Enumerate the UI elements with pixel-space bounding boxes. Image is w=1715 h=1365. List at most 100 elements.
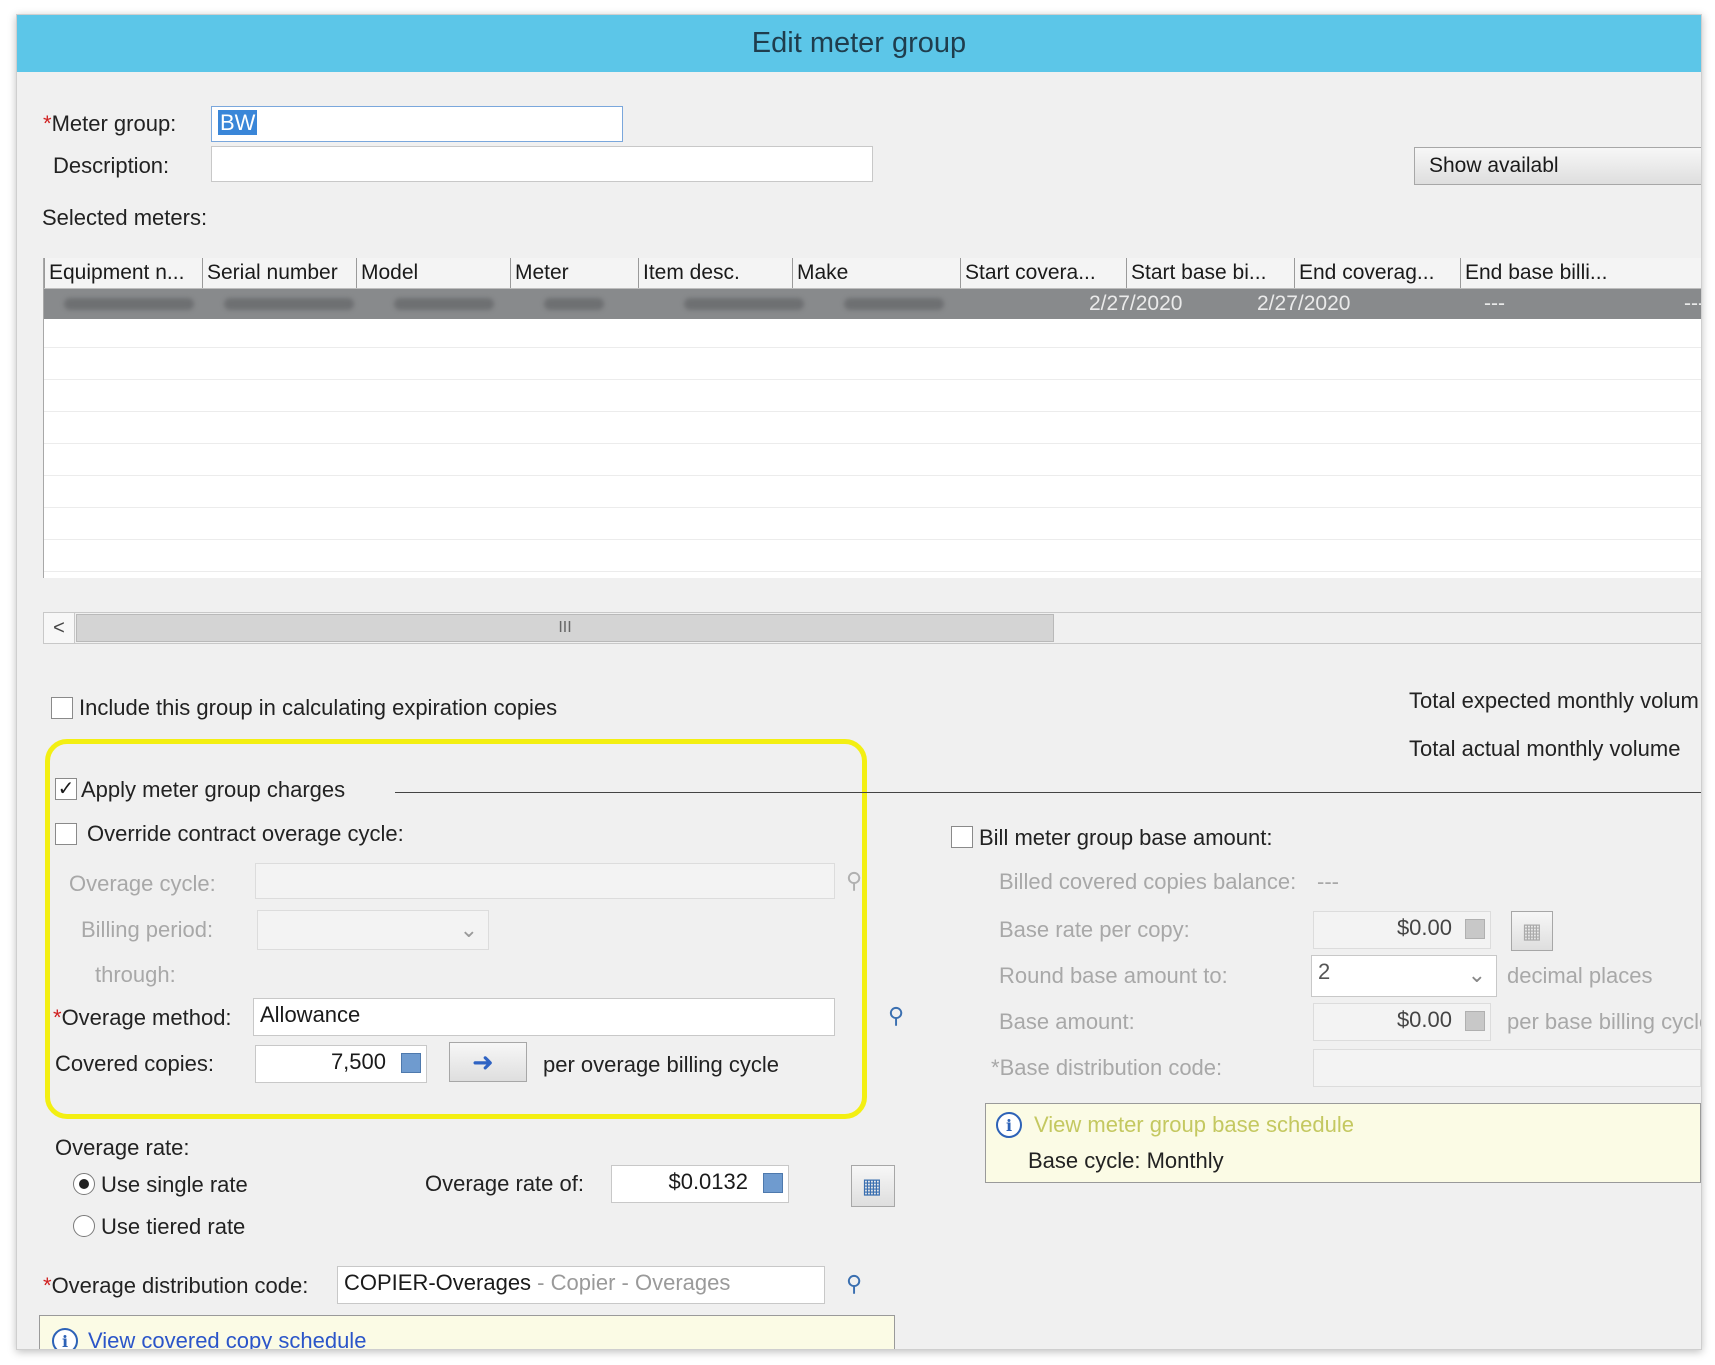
calendar-icon: ▦ xyxy=(1522,919,1542,943)
overage-method-input[interactable]: Allowance xyxy=(253,998,835,1036)
col-item-desc[interactable]: Item desc. xyxy=(638,258,792,288)
through-label: through: xyxy=(95,962,176,987)
table-row xyxy=(44,479,1701,508)
description-label: Description: xyxy=(53,153,170,178)
end-coverage-cell: --- xyxy=(1484,292,1505,315)
table-row xyxy=(44,383,1701,412)
arrow-right-icon: ➜ xyxy=(472,1046,494,1077)
required-mark: * xyxy=(43,111,52,136)
calculator-icon[interactable] xyxy=(763,1173,783,1193)
col-start-coverage[interactable]: Start covera... xyxy=(960,258,1126,288)
single-rate-label: Use single rate xyxy=(101,1172,248,1197)
overage-method-label: *Overage method: xyxy=(53,1005,232,1030)
overage-rate-of-label: Overage rate of: xyxy=(425,1171,584,1196)
redacted-cell xyxy=(684,298,804,310)
overage-distribution-input[interactable]: COPIER-Overages - Copier - Overages xyxy=(337,1266,825,1304)
info-icon: i xyxy=(996,1112,1022,1138)
redacted-cell xyxy=(544,298,604,310)
overage-rate-label: Overage rate: xyxy=(55,1135,190,1160)
required-mark: * xyxy=(991,1055,1000,1080)
section-divider xyxy=(395,792,1701,793)
edit-meter-group-dialog: Edit meter group *Meter group: BW Descri… xyxy=(16,14,1702,1350)
calculator-icon[interactable] xyxy=(1465,1011,1485,1031)
single-rate-radio[interactable] xyxy=(73,1173,95,1195)
base-cycle-text: Base cycle: Monthly xyxy=(1028,1148,1224,1173)
tiered-rate-label: Use tiered rate xyxy=(101,1214,246,1239)
start-coverage-cell: 2/27/2020 xyxy=(1089,292,1183,315)
arrow-right-button[interactable]: ➜ xyxy=(449,1042,527,1082)
covered-schedule-box: i View covered copy schedule xyxy=(39,1315,895,1349)
end-base-billing-cell: --- xyxy=(1684,292,1701,315)
search-icon[interactable]: ⚲ xyxy=(839,1266,869,1302)
billed-balance-value: --- xyxy=(1317,869,1339,894)
chevron-down-icon: ⌄ xyxy=(1467,962,1486,987)
include-expiration-label: Include this group in calculating expira… xyxy=(79,695,558,720)
override-cycle-label: Override contract overage cycle: xyxy=(87,821,404,846)
covered-copies-label: Covered copies: xyxy=(55,1051,214,1076)
col-make[interactable]: Make xyxy=(792,258,960,288)
search-icon[interactable]: ⚲ xyxy=(881,998,911,1034)
table-row xyxy=(44,511,1701,540)
calculator-icon[interactable] xyxy=(1465,919,1485,939)
base-distribution-label: *Base distribution code: xyxy=(991,1055,1223,1080)
calculator-icon[interactable] xyxy=(401,1053,421,1073)
apply-charges-label: Apply meter group charges xyxy=(81,777,346,802)
total-expected-label: Total expected monthly volum xyxy=(1409,688,1699,713)
overage-cycle-label: Overage cycle: xyxy=(69,871,216,896)
table-row[interactable]: 2/27/2020 2/27/2020 --- --- xyxy=(44,289,1701,319)
apply-charges-checkbox[interactable]: ✓ xyxy=(55,778,77,800)
table-row xyxy=(44,415,1701,444)
table-row xyxy=(44,447,1701,476)
billing-period-label: Billing period: xyxy=(81,917,214,942)
description-input[interactable] xyxy=(211,146,873,182)
base-schedule-link[interactable]: View meter group base schedule xyxy=(1034,1112,1354,1138)
round-base-select[interactable]: 2 ⌄ xyxy=(1311,955,1497,997)
horizontal-scrollbar[interactable]: < III xyxy=(43,612,1701,644)
calendar-icon: ▦ xyxy=(862,1174,882,1198)
col-start-base-billing[interactable]: Start base bi... xyxy=(1126,258,1294,288)
billing-period-select[interactable]: ⌄ xyxy=(257,910,489,950)
grid-header: Equipment n... Serial number Model Meter… xyxy=(44,258,1701,289)
redacted-cell xyxy=(844,298,944,310)
required-mark: * xyxy=(43,1273,52,1298)
base-rate-label: Base rate per copy: xyxy=(999,917,1190,942)
base-tier-button[interactable]: ▦ xyxy=(1511,911,1553,951)
base-amount-suffix: per base billing cycle xyxy=(1507,1009,1702,1034)
col-serial-number[interactable]: Serial number xyxy=(202,258,356,288)
selected-meters-grid[interactable]: Equipment n... Serial number Model Meter… xyxy=(43,258,1701,578)
bill-base-label: Bill meter group base amount: xyxy=(979,825,1273,850)
redacted-cell xyxy=(64,298,194,310)
include-expiration-checkbox[interactable] xyxy=(51,697,73,719)
override-cycle-checkbox[interactable] xyxy=(55,823,77,845)
bill-base-checkbox[interactable] xyxy=(951,826,973,848)
table-row xyxy=(44,543,1701,572)
required-mark: * xyxy=(53,1005,62,1030)
meter-group-input[interactable]: BW xyxy=(211,106,623,142)
tiered-rate-radio[interactable] xyxy=(73,1215,95,1237)
round-base-suffix: decimal places xyxy=(1507,963,1653,988)
overage-distribution-label: *Overage distribution code: xyxy=(43,1273,309,1298)
base-amount-label: Base amount: xyxy=(999,1009,1135,1034)
search-icon[interactable]: ⚲ xyxy=(839,863,869,899)
round-base-label: Round base amount to: xyxy=(999,963,1228,988)
meter-group-label: *Meter group: xyxy=(43,111,177,136)
redacted-cell xyxy=(394,298,494,310)
covered-copies-suffix: per overage billing cycle xyxy=(543,1052,780,1077)
base-schedule-box: i View meter group base schedule Base cy… xyxy=(985,1103,1701,1183)
start-base-billing-cell: 2/27/2020 xyxy=(1257,292,1351,315)
covered-schedule-link[interactable]: View covered copy schedule xyxy=(88,1328,366,1349)
dialog-title: Edit meter group xyxy=(17,15,1701,72)
scroll-thumb[interactable]: III xyxy=(76,614,1054,642)
col-model[interactable]: Model xyxy=(356,258,510,288)
tier-schedule-button[interactable]: ▦ xyxy=(851,1165,895,1207)
scroll-left-button[interactable]: < xyxy=(44,613,75,643)
redacted-cell xyxy=(224,298,354,310)
col-end-coverage[interactable]: End coverag... xyxy=(1294,258,1460,288)
col-end-base-billing[interactable]: End base billi... xyxy=(1460,258,1624,288)
table-row xyxy=(44,319,1701,348)
base-distribution-input[interactable] xyxy=(1313,1049,1701,1087)
show-available-button[interactable]: Show availabl xyxy=(1414,147,1701,185)
col-equipment-number[interactable]: Equipment n... xyxy=(44,258,202,288)
col-meter[interactable]: Meter xyxy=(510,258,638,288)
overage-cycle-input[interactable] xyxy=(255,863,835,899)
